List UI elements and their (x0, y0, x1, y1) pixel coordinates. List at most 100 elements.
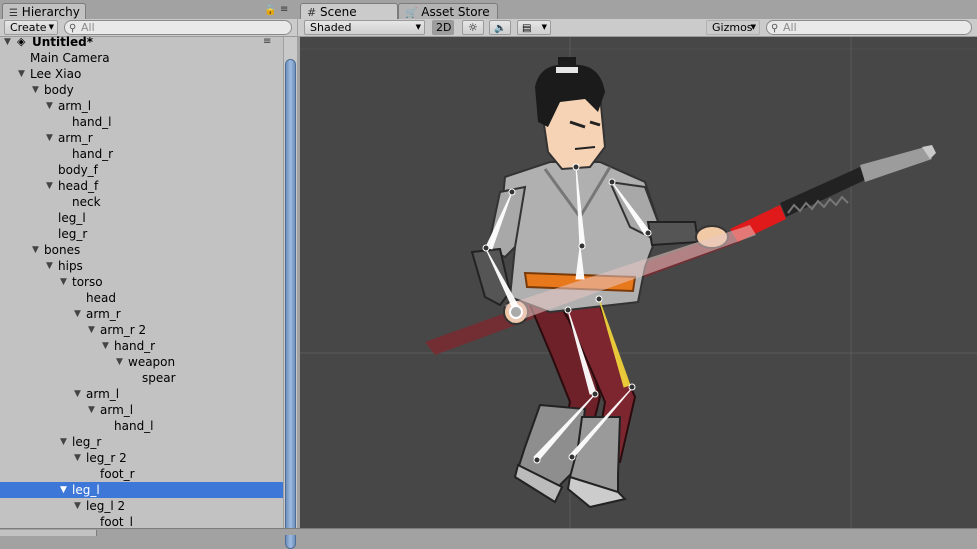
tree-item[interactable]: ▼ leg_l (0, 482, 283, 498)
tab-hierarchy[interactable]: ☰ Hierarchy (2, 3, 86, 20)
expand-arrow-icon[interactable]: ▼ (46, 130, 53, 146)
expand-arrow-icon[interactable]: ▼ (46, 178, 53, 194)
expand-arrow-icon[interactable]: ▼ (88, 402, 95, 418)
tree-item[interactable]: ▼ leg_l 2 (0, 498, 283, 514)
tree-item-label: head (86, 291, 116, 305)
tree-item-label: leg_l (72, 483, 100, 497)
gizmos-label: Gizmos (712, 21, 753, 34)
expand-arrow-icon[interactable]: ▼ (74, 386, 81, 402)
tree-item[interactable]: ▼ arm_l (0, 98, 283, 114)
tree-item[interactable]: ▼ Lee Xiao (0, 66, 283, 82)
tree-item[interactable]: hand_r (0, 146, 283, 162)
tree-item[interactable]: ▼ leg_r 2 (0, 450, 283, 466)
expand-arrow-icon[interactable]: ▼ (88, 322, 95, 338)
expand-arrow-icon[interactable]: ▼ (74, 450, 81, 466)
scene-search-input[interactable]: ⚲ All (766, 20, 972, 35)
panel-menu-icon[interactable]: ≡ (280, 4, 288, 15)
gizmos-dropdown[interactable]: Gizmos ▼ (706, 20, 760, 35)
tree-item[interactable]: ▼ hips (0, 258, 283, 274)
tab-asset-store[interactable]: 🛒 Asset Store (398, 3, 498, 20)
tree-item[interactable]: body_f (0, 162, 283, 178)
tree-item-label: body_f (58, 163, 98, 177)
tree-item-label: head_f (58, 179, 99, 193)
expand-arrow-icon[interactable]: ▼ (74, 498, 81, 514)
expand-arrow-icon[interactable]: ▼ (32, 242, 39, 258)
tree-item[interactable]: ▼ body (0, 82, 283, 98)
shading-mode-dropdown[interactable]: Shaded ▼ (304, 20, 425, 35)
tree-item[interactable]: ▼ weapon (0, 354, 283, 370)
audio-toggle-button[interactable]: 🔈 (489, 20, 511, 35)
tree-item-label: arm_r (58, 131, 93, 145)
tree-item-label: hand_l (114, 419, 154, 433)
tree-item[interactable]: leg_r (0, 226, 283, 242)
scrollbar-thumb[interactable] (285, 59, 296, 549)
tree-item[interactable]: hand_l (0, 418, 283, 434)
tree-item-label: body (44, 83, 74, 97)
lighting-toggle-button[interactable]: ☼ (462, 20, 484, 35)
tree-item-label: hand_r (114, 339, 156, 353)
tree-item[interactable]: ▼ arm_r (0, 306, 283, 322)
tree-item[interactable]: ▼ arm_r (0, 130, 283, 146)
expand-arrow-icon[interactable]: ▼ (46, 98, 53, 114)
hierarchy-scrollbar[interactable] (283, 37, 297, 549)
tree-item-label: hand_r (72, 147, 114, 161)
tree-item[interactable]: ▼ hand_r (0, 338, 283, 354)
store-icon: 🛒 (405, 8, 418, 19)
hierarchy-search-input[interactable]: ⚲ All (64, 20, 292, 35)
tree-item-label: torso (72, 275, 103, 289)
scene-canvas[interactable] (300, 37, 977, 528)
tree-item-label: foot_r (100, 467, 135, 481)
tree-item[interactable]: ▼ leg_r (0, 434, 283, 450)
tree-item[interactable]: ▼ torso (0, 274, 283, 290)
tab-scene[interactable]: # Scene (300, 3, 398, 20)
list-icon: ☰ (9, 8, 18, 19)
scene-menu-icon[interactable]: ≡ (263, 34, 271, 50)
scene-name: Untitled* (32, 35, 93, 49)
tree-item[interactable]: foot_r (0, 466, 283, 482)
expand-arrow-icon[interactable]: ▼ (60, 482, 67, 498)
effects-dropdown[interactable]: ▤ ▼ (517, 20, 551, 35)
expand-arrow-icon[interactable]: ▼ (116, 354, 123, 370)
tree-item-label: arm_l (100, 403, 134, 417)
tree-item[interactable]: Main Camera (0, 50, 283, 66)
grid-icon: # (307, 6, 317, 19)
tree-item-label: spear (142, 371, 176, 385)
tree-item[interactable]: leg_l (0, 210, 283, 226)
tree-item[interactable]: ▼ head_f (0, 178, 283, 194)
scene-toolbar: Shaded ▼ 2D ☼ 🔈 ▤ ▼ Gizmos ▼ ⚲ All (298, 19, 977, 37)
unity-logo-icon: ◈ (17, 35, 26, 48)
expand-arrow-icon[interactable]: ▼ (74, 306, 81, 322)
scene-viewport[interactable] (300, 37, 977, 528)
hierarchy-panel: ☰ Hierarchy 🔒 ≡ Create ▼ ⚲ All ▼ ◈ Untit… (0, 0, 297, 549)
tree-item-label: Lee Xiao (30, 67, 82, 81)
tree-item[interactable]: ▼ bones (0, 242, 283, 258)
scene-panel: # Scene 🛒 Asset Store Shaded ▼ 2D ☼ 🔈 ▤ … (298, 0, 977, 535)
tree-item-label: leg_l 2 (86, 499, 126, 513)
bottom-tab-stub[interactable] (0, 530, 97, 536)
tab-scene-label: Scene (320, 5, 357, 19)
tree-item[interactable]: head (0, 290, 283, 306)
expand-arrow-icon[interactable]: ▼ (32, 82, 39, 98)
tree-item[interactable]: neck (0, 194, 283, 210)
speaker-icon: 🔈 (494, 23, 507, 34)
tree-item[interactable]: ▼ arm_r 2 (0, 322, 283, 338)
tree-item[interactable]: spear (0, 370, 283, 386)
tree-item[interactable]: hand_l (0, 114, 283, 130)
scene-root-row[interactable]: ▼ ◈ Untitled* ≡ (0, 34, 283, 50)
create-dropdown[interactable]: Create ▼ (4, 20, 58, 35)
tab-asset-store-label: Asset Store (421, 5, 490, 19)
tab-hierarchy-label: Hierarchy (21, 5, 80, 19)
tree-item[interactable]: ▼ arm_l (0, 386, 283, 402)
lock-icon[interactable]: 🔒 (264, 5, 276, 16)
toggle-2d-button[interactable]: 2D (432, 20, 454, 35)
scene-tabbar: # Scene 🛒 Asset Store (298, 0, 977, 20)
tree-item-label: arm_r (86, 307, 121, 321)
expand-arrow-icon[interactable]: ▼ (60, 274, 67, 290)
expand-arrow-icon[interactable]: ▼ (46, 258, 53, 274)
expand-arrow-icon[interactable]: ▼ (60, 434, 67, 450)
expand-arrow-icon[interactable]: ▼ (102, 338, 109, 354)
expand-arrow-icon[interactable]: ▼ (18, 66, 25, 82)
tree-item[interactable]: ▼ arm_l (0, 402, 283, 418)
expand-arrow-icon[interactable]: ▼ (4, 34, 11, 50)
dropdown-arrow-icon: ▼ (750, 23, 756, 31)
